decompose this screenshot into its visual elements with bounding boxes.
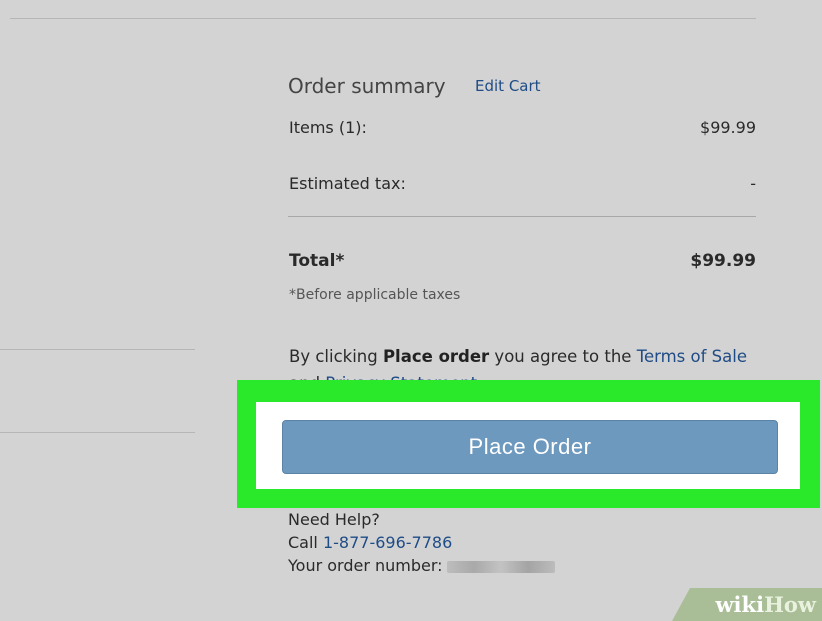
- estimated-tax-value: -: [750, 174, 756, 193]
- items-value: $99.99: [700, 118, 756, 137]
- order-number-line: Your order number:: [288, 554, 555, 577]
- watermark-wiki: wiki: [715, 592, 765, 617]
- watermark-how: How: [764, 592, 816, 617]
- items-label: Items (1):: [289, 118, 367, 137]
- edit-cart-link[interactable]: Edit Cart: [475, 77, 541, 95]
- place-order-button[interactable]: Place Order: [282, 420, 778, 474]
- terms-of-sale-link[interactable]: Terms of Sale: [637, 347, 747, 366]
- agreement-place-order-bold: Place order: [382, 347, 490, 366]
- call-prefix: Call: [288, 533, 323, 552]
- wikihow-watermark: wiki How: [672, 588, 822, 621]
- tax-note: *Before applicable taxes: [289, 287, 461, 303]
- total-label: Total*: [289, 251, 345, 271]
- call-line: Call 1-877-696-7786: [288, 531, 555, 554]
- divider-top: [10, 18, 756, 19]
- order-number-label: Your order number:: [288, 556, 443, 575]
- divider-left-2: [0, 432, 195, 433]
- order-number-redacted: [446, 560, 555, 573]
- checkout-page: Order summary Edit Cart Items (1): $99.9…: [0, 0, 822, 621]
- help-section: Need Help? Call 1-877-696-7786 Your orde…: [288, 508, 555, 577]
- total-value: $99.99: [690, 251, 756, 271]
- summary-divider: [288, 216, 756, 217]
- order-summary-title: Order summary: [288, 74, 446, 98]
- agreement-middle: you agree to the: [489, 347, 637, 366]
- need-help-title: Need Help?: [288, 510, 380, 529]
- divider-left-1: [0, 349, 195, 350]
- estimated-tax-label: Estimated tax:: [289, 174, 406, 193]
- phone-number-link[interactable]: 1-877-696-7786: [323, 533, 452, 552]
- agreement-prefix: By clicking: [289, 347, 383, 366]
